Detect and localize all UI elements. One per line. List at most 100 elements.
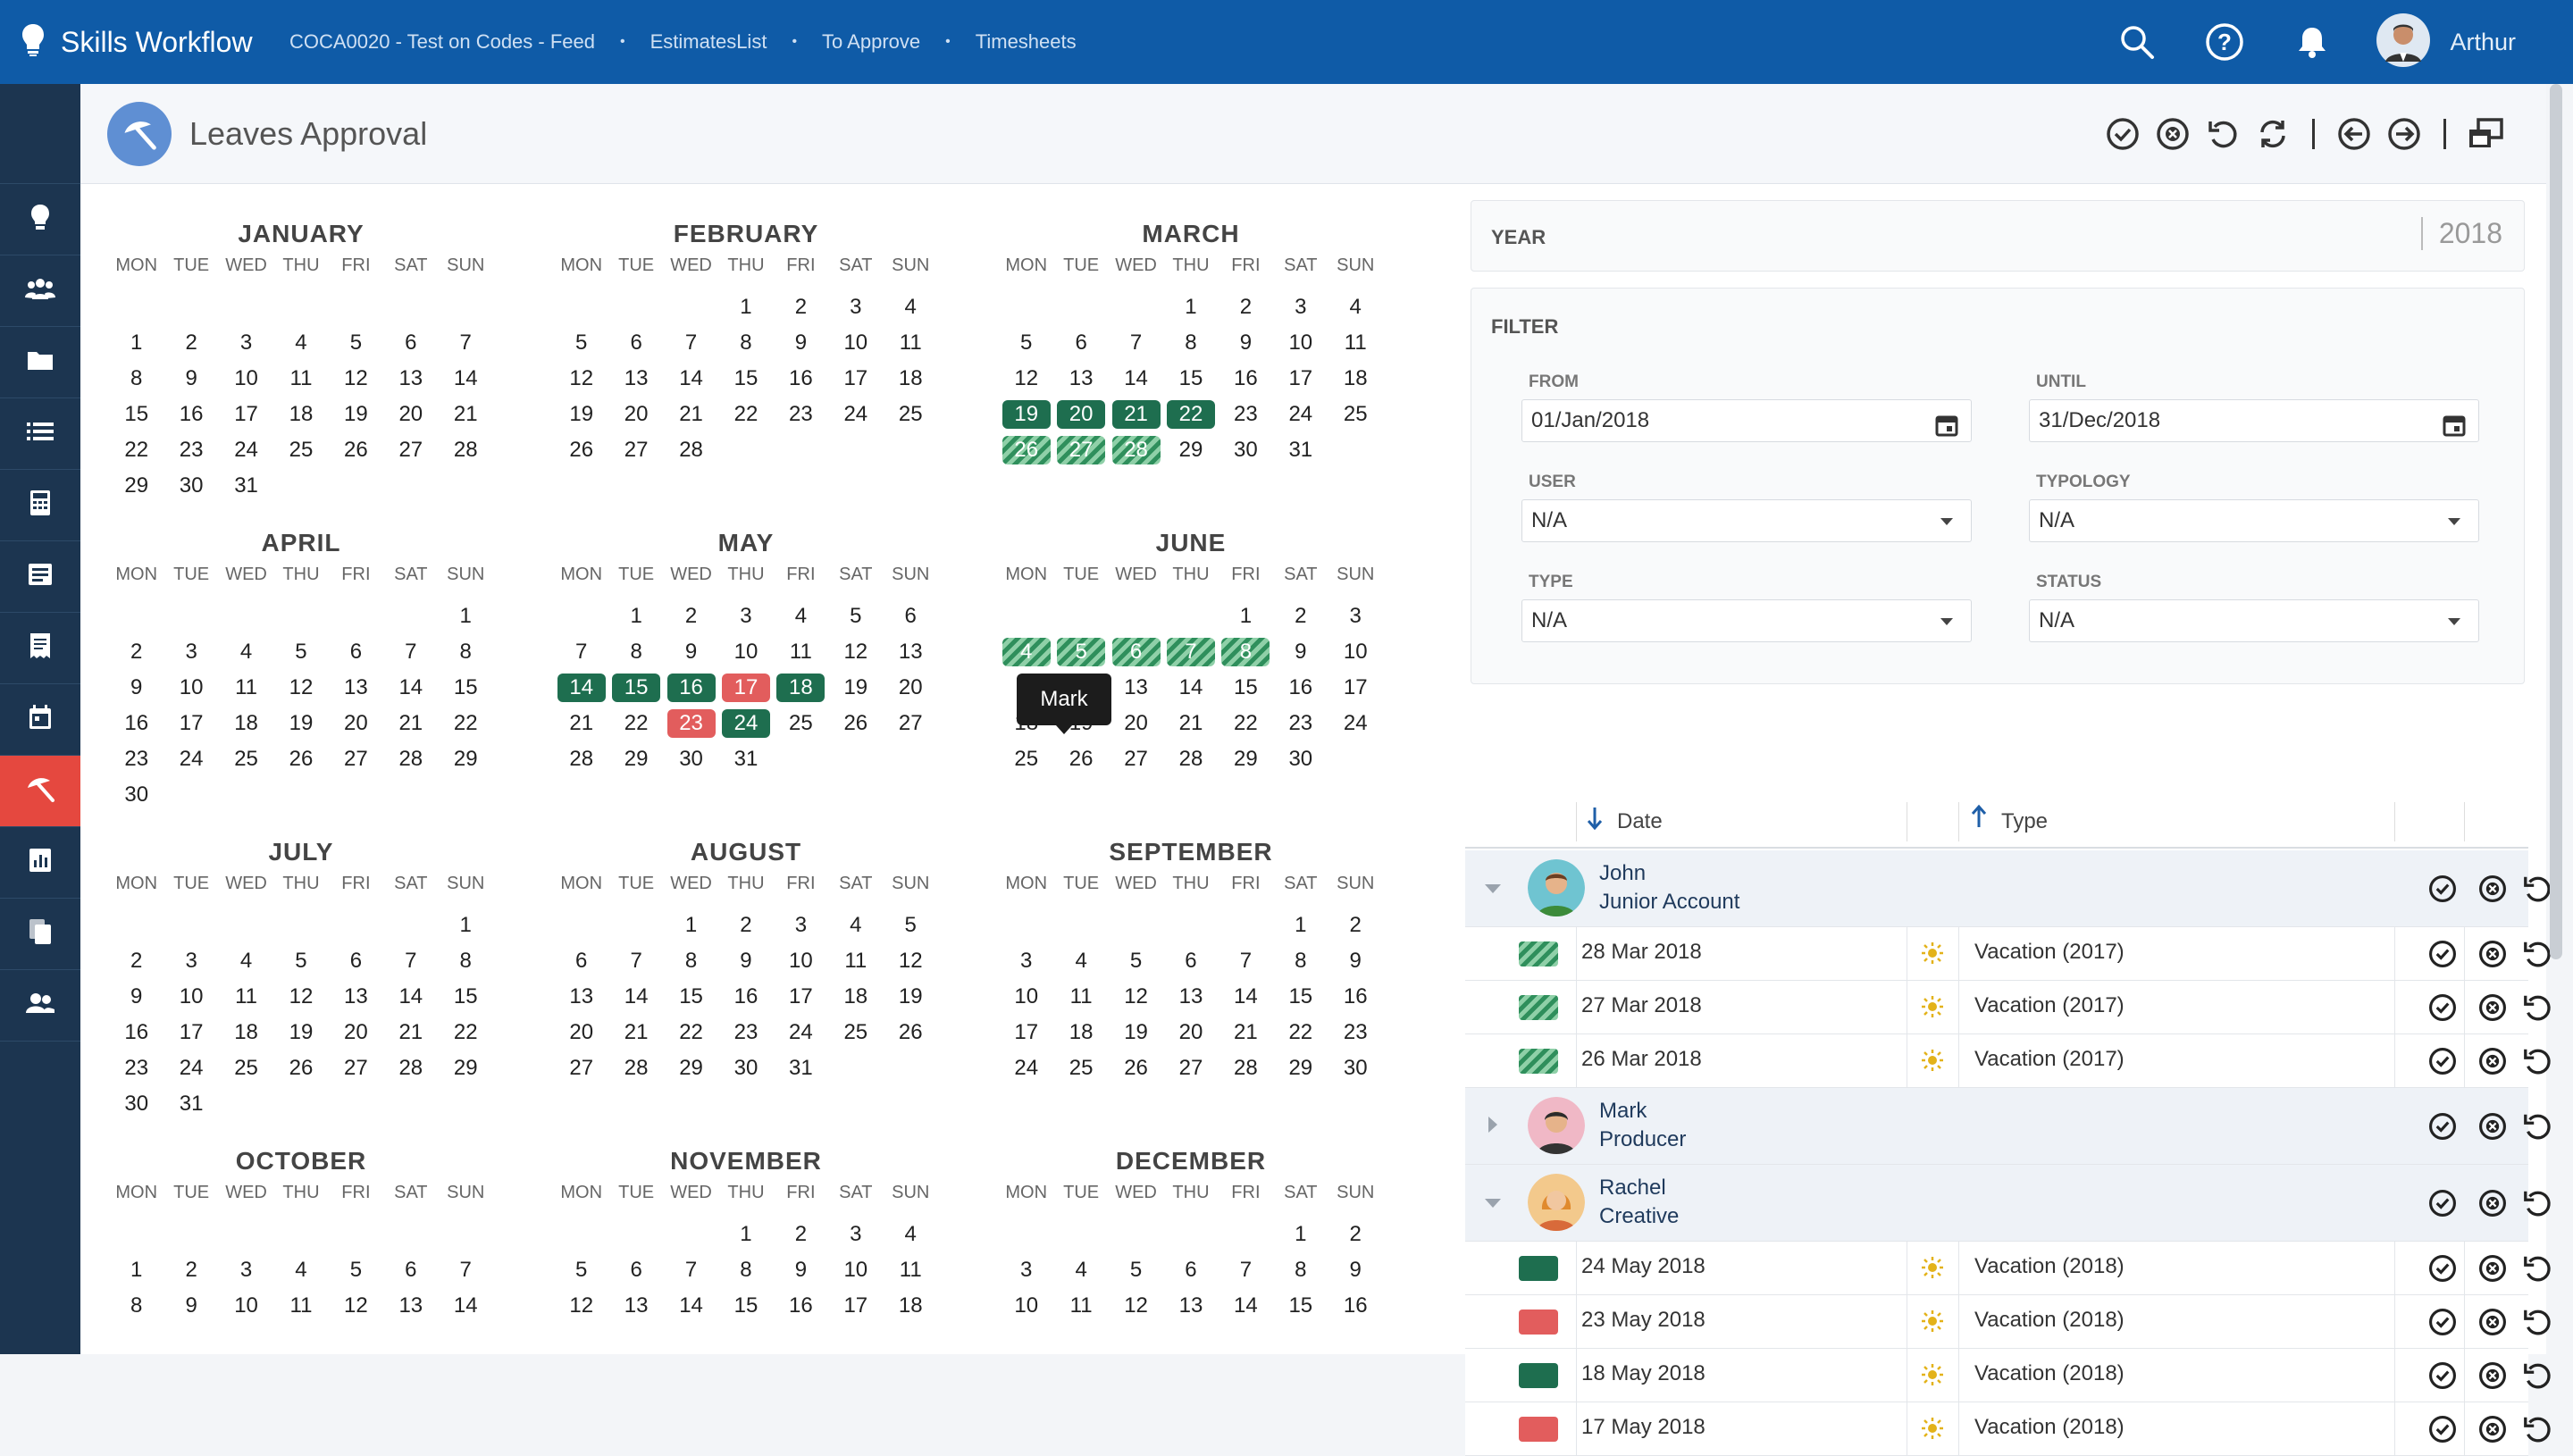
calendar-day[interactable]: 7 <box>1219 1252 1273 1288</box>
calendar-day[interactable]: 11 <box>273 1288 328 1324</box>
calendar-day[interactable]: 12 <box>999 361 1053 397</box>
calendar-day[interactable]: 8 <box>439 634 493 670</box>
calendar-day[interactable]: 5 <box>329 1252 383 1288</box>
calendar-day[interactable]: 12 <box>828 634 883 670</box>
calendar-day[interactable]: 11 <box>774 634 828 670</box>
calendar-day[interactable]: 3 <box>774 908 828 943</box>
calendar-day[interactable]: 16 <box>664 670 718 706</box>
calendar-day[interactable]: 1 <box>664 908 718 943</box>
calendar-day[interactable]: 21 <box>554 706 608 741</box>
calendar-day[interactable]: 1 <box>439 908 493 943</box>
table-row[interactable]: 28 Mar 2018 Vacation (2017) <box>1465 927 2551 981</box>
calendar-day[interactable]: 17 <box>828 1288 883 1324</box>
calendar-day[interactable]: 22 <box>718 397 773 432</box>
calendar-day[interactable]: 27 <box>329 1050 383 1086</box>
calendar-day[interactable]: 25 <box>273 432 328 468</box>
sidebar-item-estimates[interactable] <box>0 470 80 541</box>
calendar-day[interactable]: 29 <box>1163 432 1218 468</box>
calendar-day[interactable]: 4 <box>828 908 883 943</box>
calendar-day[interactable]: 15 <box>718 1288 773 1324</box>
calendar-day[interactable]: 18 <box>1053 1015 1108 1050</box>
calendar-day[interactable]: 27 <box>1053 432 1108 468</box>
calendar-day[interactable]: 13 <box>884 634 938 670</box>
table-row[interactable]: 26 Mar 2018 Vacation (2017) <box>1465 1034 2551 1088</box>
calendar-day[interactable]: 22 <box>608 706 663 741</box>
calendar-day[interactable]: 2 <box>109 943 163 979</box>
calendar-day[interactable]: 26 <box>329 432 383 468</box>
calendar-day[interactable]: 26 <box>554 432 608 468</box>
calendar-day[interactable]: 23 <box>1273 706 1328 741</box>
calendar-day[interactable]: 6 <box>608 325 663 361</box>
calendar-day[interactable]: 8 <box>439 943 493 979</box>
calendar-day[interactable]: 21 <box>383 1015 438 1050</box>
calendar-day[interactable]: 10 <box>999 979 1053 1015</box>
calendar-day[interactable]: 28 <box>1109 432 1163 468</box>
calendar-day[interactable]: 3 <box>828 289 883 325</box>
user-menu[interactable]: Arthur <box>2376 13 2516 71</box>
calendar-day[interactable]: 28 <box>439 432 493 468</box>
calendar-day[interactable]: 12 <box>554 1288 608 1324</box>
calendar-day[interactable]: 26 <box>1109 1050 1163 1086</box>
approve-button[interactable] <box>2425 936 2460 972</box>
from-date-field[interactable]: 01/Jan/2018 <box>1521 399 1972 442</box>
calendar-day[interactable]: 26 <box>884 1015 938 1050</box>
calendar-day[interactable]: 18 <box>219 1015 273 1050</box>
calendar-day[interactable]: 30 <box>1328 1050 1383 1086</box>
calendar-day[interactable]: 20 <box>884 670 938 706</box>
calendar-day[interactable]: 13 <box>1163 1288 1218 1324</box>
sidebar-item-invoices[interactable] <box>0 613 80 684</box>
calendar-day[interactable]: 18 <box>884 1288 938 1324</box>
calendar-day[interactable]: 5 <box>273 943 328 979</box>
calendar-day[interactable]: 4 <box>999 634 1053 670</box>
calendar-day[interactable]: 1 <box>1219 598 1273 634</box>
reject-button[interactable] <box>2475 1251 2510 1286</box>
calendar-day[interactable]: 29 <box>608 741 663 777</box>
sidebar-item-calendar[interactable] <box>0 684 80 756</box>
calendar-day[interactable]: 26 <box>273 1050 328 1086</box>
calendar-day[interactable]: 20 <box>329 1015 383 1050</box>
calendar-day[interactable]: 5 <box>329 325 383 361</box>
calendar-day[interactable]: 23 <box>109 741 163 777</box>
calendar-day[interactable]: 12 <box>1109 1288 1163 1324</box>
calendar-day[interactable]: 10 <box>999 1288 1053 1324</box>
reject-button[interactable] <box>2475 871 2510 907</box>
approve-button[interactable] <box>2425 1358 2460 1393</box>
calendar-day[interactable]: 27 <box>554 1050 608 1086</box>
calendar-day[interactable]: 7 <box>439 325 493 361</box>
calendar-day[interactable]: 14 <box>439 361 493 397</box>
calendar-day[interactable]: 29 <box>439 1050 493 1086</box>
undo-button[interactable] <box>2519 1251 2555 1286</box>
calendar-day[interactable]: 13 <box>1163 979 1218 1015</box>
calendar-day[interactable]: 12 <box>329 361 383 397</box>
calendar-day[interactable]: 7 <box>554 634 608 670</box>
calendar-day[interactable]: 2 <box>1328 1217 1383 1252</box>
calendar-day[interactable]: 4 <box>219 943 273 979</box>
sidebar-item-clients[interactable] <box>0 255 80 327</box>
calendar-day[interactable]: 14 <box>1109 361 1163 397</box>
calendar-day[interactable]: 5 <box>999 325 1053 361</box>
calendar-day[interactable]: 13 <box>608 361 663 397</box>
calendar-day[interactable]: 13 <box>329 670 383 706</box>
calendar-day[interactable]: 9 <box>109 979 163 1015</box>
calendar-day[interactable]: 20 <box>608 397 663 432</box>
calendar-day[interactable]: 6 <box>1163 1252 1218 1288</box>
calendar-day[interactable]: 9 <box>163 361 218 397</box>
calendar-day[interactable]: 24 <box>219 432 273 468</box>
calendar-day[interactable]: 3 <box>718 598 773 634</box>
approve-button[interactable] <box>2425 990 2460 1025</box>
group-row[interactable]: John Junior Account <box>1465 850 2551 927</box>
calendar-day[interactable]: 11 <box>1053 1288 1108 1324</box>
reject-all-button[interactable] <box>2148 109 2198 159</box>
calendar-day[interactable]: 16 <box>109 706 163 741</box>
calendar-day[interactable]: 10 <box>718 634 773 670</box>
brand[interactable]: Skills Workflow <box>21 23 289 62</box>
undo-button[interactable] <box>2519 990 2555 1025</box>
column-header-date[interactable]: Date <box>1617 809 1663 834</box>
user-select[interactable]: N/A <box>1521 499 1972 542</box>
calendar-day[interactable]: 16 <box>774 361 828 397</box>
calendar-day[interactable]: 31 <box>163 1086 218 1122</box>
calendar-day[interactable]: 18 <box>219 706 273 741</box>
calendar-day[interactable]: 19 <box>884 979 938 1015</box>
calendar-day[interactable]: 9 <box>774 325 828 361</box>
calendar-day[interactable]: 16 <box>1328 1288 1383 1324</box>
